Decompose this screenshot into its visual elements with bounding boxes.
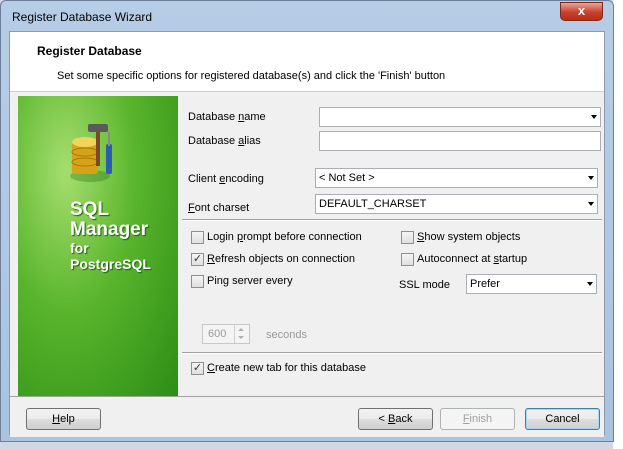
tools-database-icon xyxy=(70,124,112,182)
ping-interval-value: 600 xyxy=(208,328,227,340)
client-encoding-label: Client encoding xyxy=(188,173,264,185)
product-name: SQL Manager for PostgreSQL xyxy=(70,199,151,273)
font-charset-label: Font charset xyxy=(188,202,250,214)
show-system-objects-checkbox[interactable] xyxy=(401,231,414,244)
refresh-objects-label[interactable]: Refresh objects on connection xyxy=(207,253,355,265)
back-button[interactable]: < Back xyxy=(358,408,433,430)
font-charset-select[interactable]: DEFAULT_CHARSET xyxy=(315,194,598,214)
client-encoding-select[interactable]: < Not Set > xyxy=(315,168,598,188)
chevron-down-icon[interactable] xyxy=(587,282,593,286)
wizard-header: Register Database Set some specific opti… xyxy=(10,32,604,92)
ping-server-label[interactable]: Ping server every xyxy=(207,275,293,287)
refresh-objects-checkbox[interactable]: ✓ xyxy=(191,253,204,266)
button-bar: Help < Back Finish Cancel xyxy=(10,396,604,437)
client-encoding-value: < Not Set > xyxy=(319,172,375,184)
ssl-mode-label: SSL mode xyxy=(399,279,450,291)
ping-interval-unit: seconds xyxy=(266,329,307,341)
chevron-down-icon[interactable] xyxy=(588,202,594,206)
title-bar: Register Database Wizard x xyxy=(1,1,613,31)
database-name-label: Database name xyxy=(188,111,266,123)
ssl-mode-select[interactable]: Prefer xyxy=(466,274,597,294)
window-title: Register Database Wizard xyxy=(12,10,153,24)
autoconnect-label[interactable]: Autoconnect at startup xyxy=(417,253,527,265)
page-title: Register Database xyxy=(37,44,142,58)
ping-server-checkbox[interactable] xyxy=(191,275,204,288)
product-name-line1: SQL xyxy=(70,199,110,220)
product-name-line3: for xyxy=(70,240,89,256)
separator xyxy=(182,219,602,221)
spin-down-icon[interactable] xyxy=(238,336,244,339)
close-button[interactable]: x xyxy=(560,2,603,21)
create-new-tab-checkbox[interactable]: ✓ xyxy=(191,362,204,375)
cancel-button[interactable]: Cancel xyxy=(525,408,600,430)
autoconnect-checkbox[interactable] xyxy=(401,253,414,266)
spinner-buttons[interactable] xyxy=(234,325,249,343)
page-subtitle: Set some specific options for registered… xyxy=(57,70,446,82)
login-prompt-label[interactable]: Login prompt before connection xyxy=(207,231,362,243)
product-name-line4: PostgreSQL xyxy=(70,256,151,272)
database-alias-input[interactable] xyxy=(319,131,601,151)
database-name-combobox[interactable] xyxy=(319,107,601,127)
font-charset-value: DEFAULT_CHARSET xyxy=(319,198,427,210)
help-button[interactable]: Help xyxy=(26,408,101,430)
product-name-line2: Manager xyxy=(70,219,149,240)
finish-button[interactable]: Finish xyxy=(440,408,515,430)
ssl-mode-value: Prefer xyxy=(470,278,500,290)
database-alias-label: Database alias xyxy=(188,135,261,147)
login-prompt-checkbox[interactable] xyxy=(191,231,204,244)
create-new-tab-label[interactable]: Create new tab for this database xyxy=(207,362,366,374)
separator xyxy=(182,352,602,354)
product-banner: SQL Manager for PostgreSQL xyxy=(18,96,178,396)
chevron-down-icon[interactable] xyxy=(588,176,594,180)
options-form: Database name Database alias Client enco… xyxy=(178,96,604,396)
chevron-down-icon[interactable] xyxy=(591,115,597,119)
wizard-window: Register Database Wizard x Register Data… xyxy=(0,0,614,442)
wizard-client-area: Register Database Set some specific opti… xyxy=(9,31,605,437)
spin-up-icon[interactable] xyxy=(238,328,244,331)
ping-interval-spinner[interactable]: 600 xyxy=(202,324,250,344)
show-system-objects-label[interactable]: Show system objects xyxy=(417,231,520,243)
background-strip xyxy=(613,0,623,449)
